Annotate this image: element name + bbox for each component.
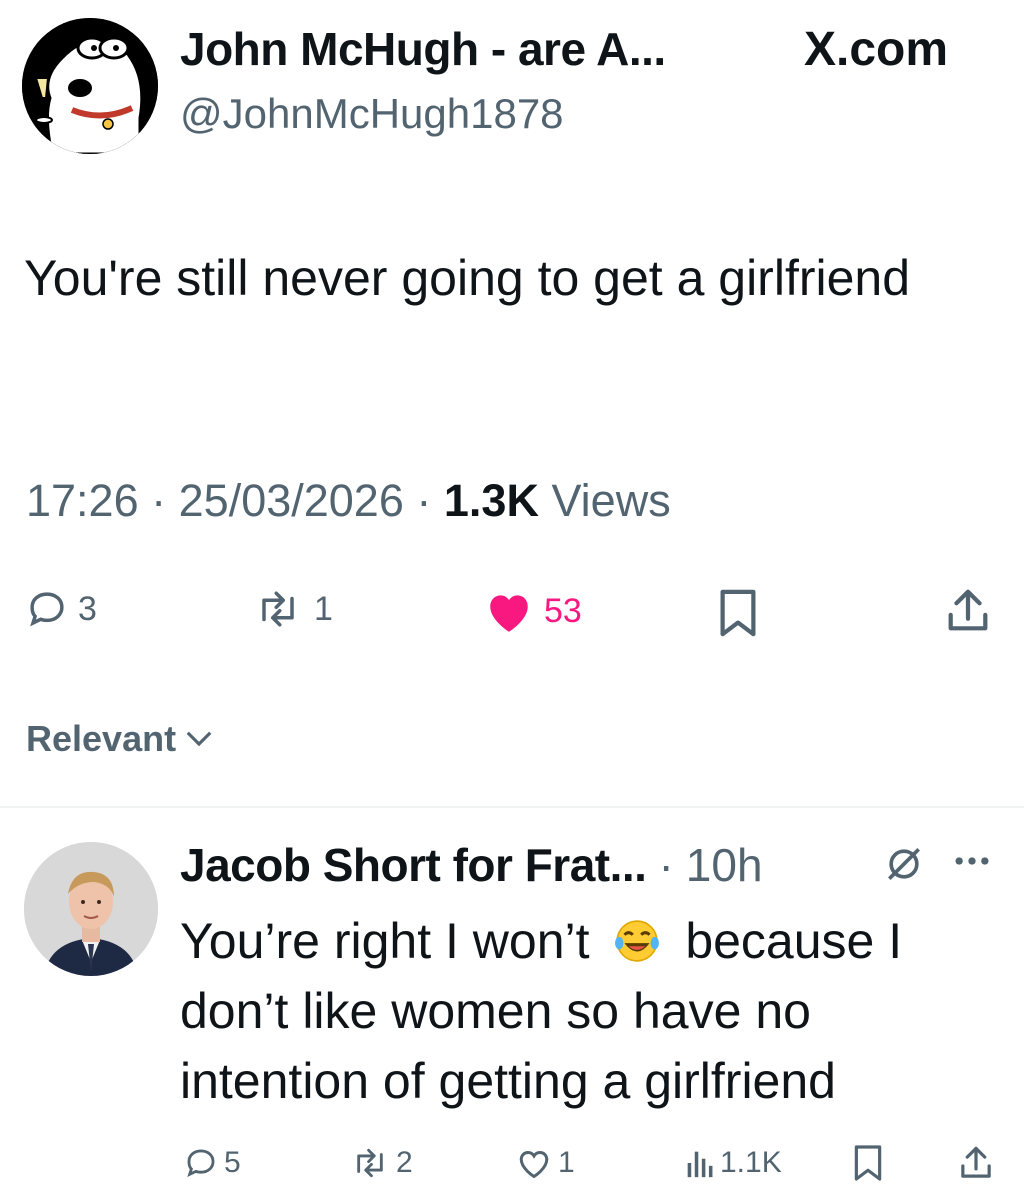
reply-icon [30, 592, 64, 627]
repost-count: 1 [314, 589, 333, 628]
more-horizontal-icon [955, 857, 989, 865]
reply-views-button[interactable]: 1.1K [684, 1146, 782, 1180]
reply-header: Jacob Short for Frat... · 10h [180, 838, 763, 892]
post-meta: 17:26 · 25/03/2026 · 1.3K Views [26, 475, 671, 527]
x-brand-label: X.com [804, 23, 949, 76]
reply-sort-label: Relevant [26, 718, 177, 759]
reply-button[interactable]: 3 [26, 588, 97, 630]
chevron-down-icon [186, 731, 212, 747]
reply-separator: · [658, 839, 674, 891]
reply-views-count: 1.1K [720, 1146, 782, 1179]
bookmark-icon [720, 589, 756, 637]
laughing-emoji-icon [615, 920, 660, 962]
reply-like-button[interactable]: 1 [516, 1146, 575, 1180]
meta-separator: · [151, 475, 179, 526]
share-icon [961, 1146, 991, 1178]
reply-text-start: You’re right I won’t [180, 913, 590, 969]
heart-icon [490, 595, 528, 632]
reply-author-avatar[interactable] [24, 842, 158, 976]
reply-sort-dropdown[interactable]: Relevant [26, 718, 214, 760]
reply-author-name[interactable]: Jacob Short for Frat... [180, 838, 647, 892]
bookmark-icon [854, 1145, 882, 1181]
reply-reply-count: 5 [224, 1146, 241, 1179]
repost-icon [357, 1148, 383, 1178]
reply-text: You’re right I won’t because I don’t lik… [180, 906, 1000, 1116]
post-date: 25/03/2026 [178, 475, 404, 526]
reply-time[interactable]: 10h [686, 838, 763, 892]
reply-icon [187, 1149, 215, 1178]
reply-bookmark-button[interactable] [852, 1144, 884, 1187]
grok-button[interactable] [882, 842, 926, 891]
reply-share-button[interactable] [958, 1144, 994, 1187]
share-icon [948, 589, 988, 631]
reply-like-count: 1 [558, 1146, 575, 1179]
more-options-button[interactable] [950, 846, 994, 881]
repost-icon [262, 591, 294, 627]
reply-count: 3 [78, 589, 97, 628]
repost-button[interactable]: 1 [252, 588, 333, 630]
meta-separator: · [416, 475, 444, 526]
author-handle[interactable]: @JohnMcHugh1878 [180, 90, 564, 138]
divider [0, 806, 1024, 808]
grok-icon [888, 848, 920, 880]
like-button[interactable]: 53 [484, 588, 582, 634]
author-avatar[interactable] [22, 18, 158, 154]
views-count: 1.3K [443, 475, 539, 526]
share-button[interactable] [944, 586, 992, 641]
reply-repost-button[interactable]: 2 [350, 1146, 413, 1180]
analytics-icon [687, 1151, 713, 1178]
post-text: You're still never going to get a girlfr… [24, 250, 911, 306]
like-count: 53 [544, 591, 582, 630]
heart-outline-icon [519, 1150, 549, 1179]
reply-repost-count: 2 [396, 1146, 413, 1179]
author-name[interactable]: John McHugh - are A... [180, 22, 666, 76]
views-label: Views [551, 475, 671, 526]
person-photo-avatar [24, 842, 158, 976]
reply-reply-button[interactable]: 5 [184, 1146, 241, 1180]
dog-avatar-illustration [22, 18, 158, 154]
bookmark-button[interactable] [716, 588, 760, 643]
post-time: 17:26 [26, 475, 139, 526]
